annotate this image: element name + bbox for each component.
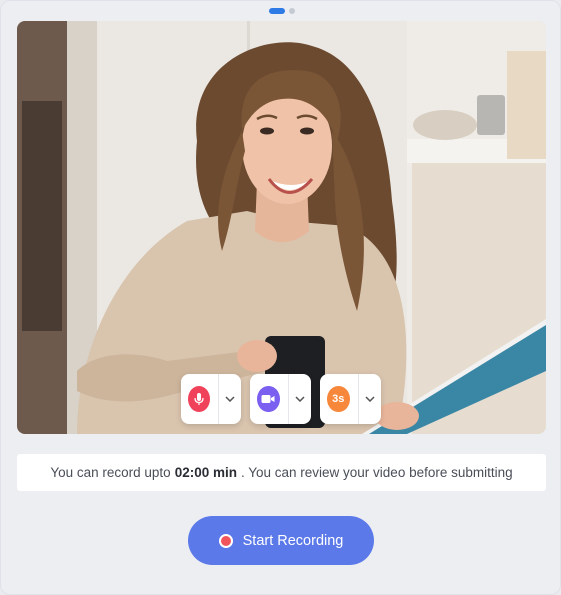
recorder-panel: 3s You can record upto 02:00 min . You c… bbox=[0, 0, 561, 595]
timer-control[interactable]: 3s bbox=[320, 374, 381, 424]
chevron-down-icon[interactable] bbox=[288, 374, 311, 424]
microphone-icon[interactable] bbox=[188, 386, 211, 412]
camera-control[interactable] bbox=[250, 374, 311, 424]
pager-dots bbox=[1, 8, 561, 14]
info-suffix: . You can review your video before submi… bbox=[240, 465, 513, 480]
chevron-down-icon[interactable] bbox=[219, 374, 241, 424]
start-recording-label: Start Recording bbox=[242, 532, 344, 549]
pager-dot-inactive[interactable] bbox=[288, 8, 295, 14]
record-dot-icon bbox=[218, 533, 233, 548]
timer-label: 3s bbox=[332, 393, 345, 405]
video-camera-icon[interactable] bbox=[257, 386, 280, 412]
pager-dot-active[interactable] bbox=[268, 8, 285, 14]
chevron-down-icon[interactable] bbox=[358, 374, 381, 424]
recording-info-bar: You can record upto 02:00 min . You can … bbox=[17, 454, 546, 491]
info-duration: 02:00 min bbox=[174, 465, 237, 480]
webcam-preview-image bbox=[17, 21, 546, 434]
video-preview: 3s bbox=[17, 21, 546, 434]
countdown-timer-icon[interactable]: 3s bbox=[327, 386, 350, 412]
start-recording-button[interactable]: Start Recording bbox=[188, 516, 374, 565]
info-prefix: You can record upto bbox=[50, 465, 171, 480]
mic-control[interactable] bbox=[181, 374, 241, 424]
